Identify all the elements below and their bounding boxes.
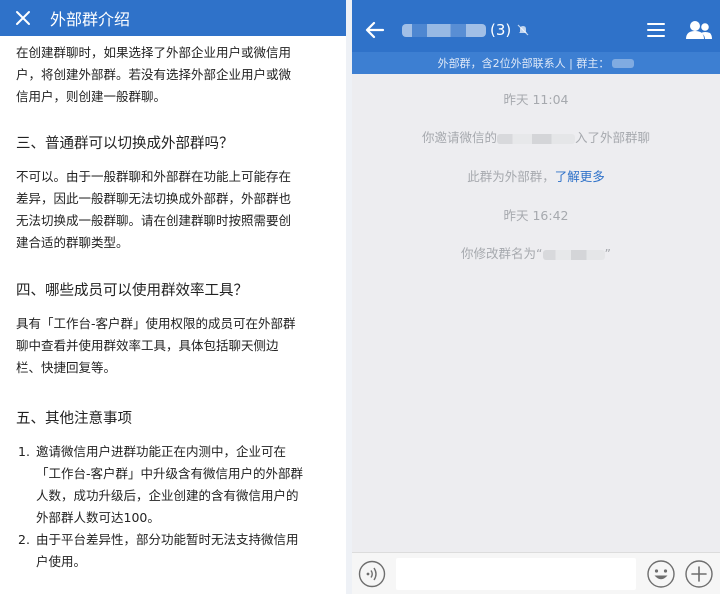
text-line: 由于平台差异性，部分功能暂时无法支持微信用 [36,532,299,547]
status-bar [352,0,720,8]
mute-icon [517,24,529,36]
blurred-group-name [542,249,605,260]
text-line: 栏、快捷回复等。 [16,360,117,375]
text-line: 建合适的群聊类型。 [16,235,129,250]
learn-more-link[interactable]: 了解更多 [555,169,605,184]
timestamp: 昨天 16:42 [503,208,569,223]
invite-suffix: 入了外部群聊 [575,130,651,145]
page-title: 外部群介绍 [50,10,131,29]
text-line: 差异，因此一般群聊无法切换成外部群，外部群也 [16,191,292,206]
article-header: 外部群介绍 [0,0,346,36]
chat-panel: (3) 外部群，含2位外部联系人 | 群主： 昨天 11:04 你邀请微信的 入了… [352,0,720,594]
system-message-notice: 此群为外部群，了解更多 [352,166,720,185]
text-line: 外部群人数可达100。 [36,510,160,525]
text-line: 在创建群聊时，如果选择了外部企业用户或微信用 [16,45,292,60]
rename-suffix: ” [604,246,611,261]
rename-prefix: 你修改群名为“ [461,246,543,261]
text-line: 「工作台-客户群」中升级含有微信用户的外部群 [36,466,304,481]
text-line: 户使用。 [36,554,87,569]
text-line: 聊中查看并使用群效率工具，具体包括聊天侧边 [16,338,279,353]
text-line: 邀请微信用户进群功能正在内测中，企业可在 [36,444,287,459]
list-item-text: 由于平台差异性，部分功能暂时无法支持微信用 户使用。 [36,529,299,573]
section-heading-3: 三、普通群可以切换成外部群吗？ [16,136,234,152]
text-line: 信用户，则创建一般群聊。 [16,89,167,104]
invite-prefix: 你邀请微信的 [421,130,497,145]
text-line: 具有「工作台-客户群」使用权限的成员可在外部群 [16,316,296,331]
close-icon[interactable] [12,7,34,29]
section-3-paragraph: 不可以。由于一般群聊和外部群在功能上可能存在 差异，因此一般群聊无法切换成外部群… [16,166,330,254]
more-plus-icon[interactable] [684,559,714,589]
voice-input-icon[interactable] [358,560,386,588]
group-info-text: 外部群，含2位外部联系人 | 群主： [437,57,610,70]
notes-list: 1. 邀请微信用户进群功能正在内测中，企业可在 「工作台-客户群」中升级含有微信… [16,441,330,573]
list-item: 1. 邀请微信用户进群功能正在内测中，企业可在 「工作台-客户群」中升级含有微信… [18,441,330,529]
text-line: 不可以。由于一般群聊和外部群在功能上可能存在 [16,169,292,184]
text-line: 无法切换成一般群聊。请在创建群聊时按照需要创 [16,213,292,228]
notice-text: 此群为外部群， [467,169,555,184]
intro-paragraph: 在创建群聊时，如果选择了外部企业用户或微信用 户，将创建外部群。若没有选择外部企… [16,42,330,108]
list-item-text: 邀请微信用户进群功能正在内测中，企业可在 「工作台-客户群」中升级含有微信用户的… [36,441,303,529]
back-arrow-icon[interactable] [362,17,388,43]
message-input[interactable] [396,557,636,590]
section-4-paragraph: 具有「工作台-客户群」使用权限的成员可在外部群 聊中查看并使用群效率工具，具体包… [16,313,330,379]
article-body: 在创建群聊时，如果选择了外部企业用户或微信用 户，将创建外部群。若没有选择外部企… [0,36,346,573]
text-line: 人数，成功升级后，企业创建的含有微信用户的 [36,488,299,503]
blurred-owner-name [612,58,635,68]
list-item: 2. 由于平台差异性，部分功能暂时无法支持微信用 户使用。 [18,529,330,573]
system-message-rename: 你修改群名为“ ” [352,243,720,262]
group-members-icon[interactable] [686,19,712,41]
chat-header: (3) [352,8,720,52]
menu-icon[interactable] [646,20,666,40]
text-line: 户，将创建外部群。若没有选择外部企业用户或微 [16,67,292,82]
timestamp: 昨天 11:04 [503,92,569,107]
section-heading-4: 四、哪些成员可以使用群效率工具？ [16,283,248,299]
blurred-contact-name [497,133,575,144]
section-heading-5: 五、其他注意事项 [16,411,132,427]
list-number: 2. [18,532,30,547]
emoji-icon[interactable] [646,559,676,589]
chat-title: (3) [402,21,529,39]
article-panel: 外部群介绍 在创建群聊时，如果选择了外部企业用户或微信用 户，将创建外部群。若没… [0,0,346,594]
system-message-invite: 你邀请微信的 入了外部群聊 [352,127,720,146]
group-info-bar[interactable]: 外部群，含2位外部联系人 | 群主： [352,52,720,74]
list-number: 1. [18,444,30,459]
member-count: (3) [490,21,512,39]
blurred-group-name [402,23,486,37]
chat-input-bar [352,552,720,594]
